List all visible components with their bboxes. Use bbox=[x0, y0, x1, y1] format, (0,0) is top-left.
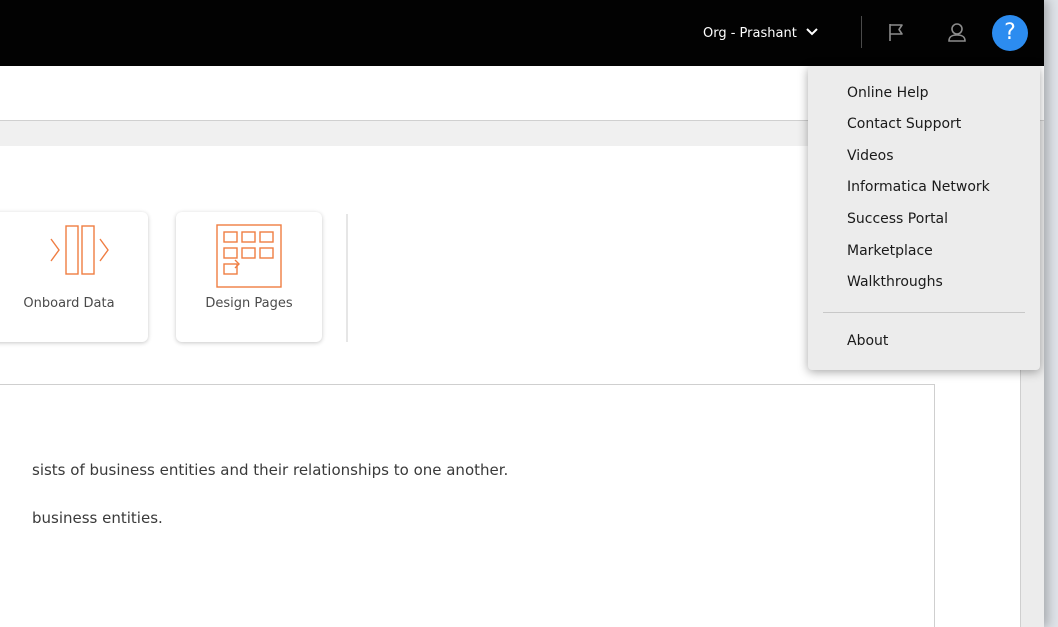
menu-divider bbox=[823, 312, 1025, 313]
menu-item-contact-support[interactable]: Contact Support bbox=[847, 116, 961, 132]
topbar-divider bbox=[861, 16, 862, 48]
description-text: business entities. bbox=[32, 509, 163, 527]
content-panel bbox=[0, 384, 935, 627]
onboard-data-icon bbox=[50, 225, 109, 275]
flag-icon[interactable] bbox=[887, 22, 905, 42]
menu-item-walkthroughs[interactable]: Walkthroughs bbox=[847, 274, 943, 290]
menu-item-about[interactable]: About bbox=[847, 333, 888, 349]
description-text: sists of business entities and their rel… bbox=[32, 461, 509, 479]
chevron-down-icon bbox=[805, 26, 819, 41]
help-menu: Online Help Contact Support Videos Infor… bbox=[808, 66, 1040, 370]
menu-item-marketplace[interactable]: Marketplace bbox=[847, 243, 933, 259]
tile-divider bbox=[346, 214, 348, 342]
menu-item-success-portal[interactable]: Success Portal bbox=[847, 211, 948, 227]
design-pages-icon bbox=[216, 224, 282, 288]
user-icon[interactable] bbox=[946, 21, 968, 43]
org-switcher[interactable]: Org - Prashant bbox=[703, 21, 819, 45]
tile-label: Onboard Data bbox=[23, 296, 115, 311]
menu-item-informatica-network[interactable]: Informatica Network bbox=[847, 179, 990, 195]
menu-item-videos[interactable]: Videos bbox=[847, 148, 894, 164]
tile-label: Design Pages bbox=[205, 296, 293, 311]
org-label: Org - Prashant bbox=[703, 25, 797, 41]
app-window: Org - Prashant ? Onboard Data Design Pag… bbox=[0, 0, 1044, 627]
top-bar: Org - Prashant ? bbox=[0, 0, 1044, 66]
help-icon[interactable]: ? bbox=[992, 15, 1028, 51]
menu-item-online-help[interactable]: Online Help bbox=[847, 85, 929, 101]
